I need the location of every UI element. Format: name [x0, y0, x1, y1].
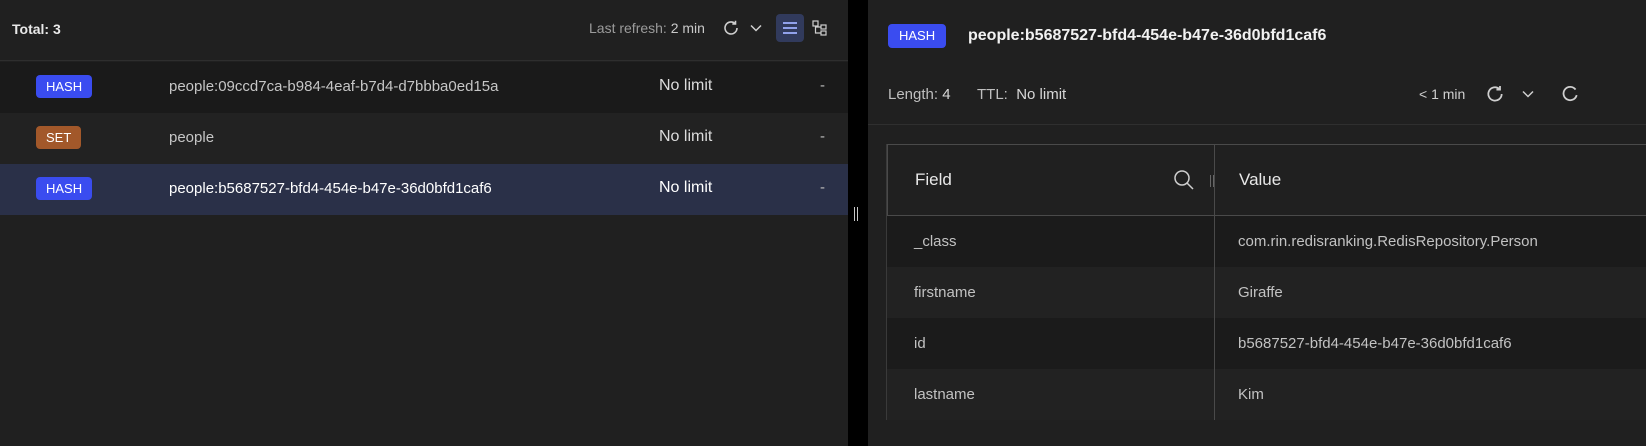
key-details-panel: HASH people:b5687527-bfd4-454e-b47e-36d0… — [868, 0, 1646, 446]
key-row[interactable]: SET people No limit - — [0, 113, 848, 164]
hash-fields-table: Field Value _class com.rin.redisranking.… — [886, 144, 1646, 420]
table-row[interactable]: lastname Kim — [887, 369, 1646, 420]
last-refresh-label: Last refresh: — [589, 20, 667, 36]
resize-handle-icon[interactable] — [854, 207, 861, 225]
chevron-down-icon[interactable] — [748, 20, 764, 36]
refresh-icon[interactable] — [1484, 83, 1506, 105]
column-header-field: Field — [915, 170, 952, 189]
length-label: Length: — [888, 86, 939, 103]
key-ttl: No limit — [659, 128, 713, 145]
key-type-badge: HASH — [36, 177, 93, 200]
key-type-badge: HASH — [36, 75, 93, 98]
value-cell: Kim — [1238, 386, 1264, 403]
list-view-icon[interactable] — [776, 14, 804, 42]
field-cell: _class — [914, 233, 957, 250]
value-cell: b5687527-bfd4-454e-b47e-36d0bfd1caf6 — [1238, 335, 1512, 352]
key-row-selected[interactable]: HASH people:b5687527-bfd4-454e-b47e-36d0… — [0, 164, 848, 215]
column-header-value: Value — [1239, 170, 1282, 189]
key-list-header: Total: 3 Last refresh: 2 min — [0, 0, 848, 61]
length-value: 4 — [942, 86, 951, 103]
key-name: people — [169, 129, 215, 146]
divider — [868, 124, 1646, 125]
detail-type-badge: HASH — [888, 24, 947, 48]
key-name: people:b5687527-bfd4-454e-b47e-36d0bfd1c… — [169, 180, 492, 197]
key-size: - — [820, 179, 825, 196]
chevron-down-icon[interactable] — [1520, 86, 1536, 102]
key-ttl: No limit — [659, 77, 713, 94]
ttl-label: TTL: — [977, 86, 1008, 103]
detail-ttl: TTL: No limit — [977, 86, 1066, 103]
last-refresh-value: 2 min — [670, 20, 705, 36]
tree-view-icon[interactable] — [806, 14, 834, 42]
auto-refresh-icon[interactable] — [1558, 82, 1582, 106]
table-row[interactable]: id b5687527-bfd4-454e-b47e-36d0bfd1caf6 — [887, 318, 1646, 369]
search-icon[interactable] — [1172, 168, 1196, 192]
column-separator — [1214, 144, 1215, 420]
field-cell: id — [914, 335, 926, 352]
value-cell: com.rin.redisranking.RedisRepository.Per… — [1238, 233, 1538, 250]
key-list-panel: Total: 3 Last refresh: 2 min HASH people… — [0, 0, 848, 446]
field-cell: lastname — [914, 386, 975, 403]
table-row[interactable]: firstname Giraffe — [887, 267, 1646, 318]
table-row[interactable]: _class com.rin.redisranking.RedisReposit… — [887, 216, 1646, 267]
refresh-icon[interactable] — [720, 17, 742, 39]
detail-key-name[interactable]: people:b5687527-bfd4-454e-b47e-36d0bfd1c… — [968, 27, 1326, 45]
detail-last-refresh: < 1 min — [1419, 86, 1466, 102]
key-type-badge: SET — [36, 126, 82, 149]
key-size: - — [820, 128, 825, 145]
key-ttl: No limit — [659, 179, 713, 196]
field-cell: firstname — [914, 284, 976, 301]
detail-length: Length: 4 — [888, 86, 951, 103]
key-size: - — [820, 77, 825, 94]
value-cell: Giraffe — [1238, 284, 1283, 301]
last-refresh: Last refresh: 2 min — [589, 20, 705, 36]
key-row[interactable]: HASH people:09ccd7ca-b984-4eaf-b7d4-d7bb… — [0, 62, 848, 113]
key-name: people:09ccd7ca-b984-4eaf-b7d4-d7bbba0ed… — [169, 78, 499, 95]
ttl-value[interactable]: No limit — [1016, 86, 1066, 103]
table-header: Field Value — [887, 144, 1646, 216]
total-count: Total: 3 — [12, 21, 61, 37]
